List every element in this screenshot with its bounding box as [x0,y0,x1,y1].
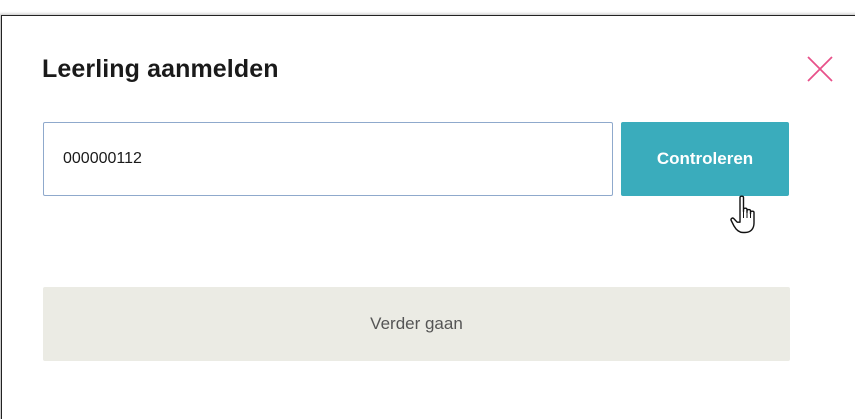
continue-button[interactable]: Verder gaan [43,287,790,361]
hand-pointer-icon [730,195,755,234]
page: Leerling aanmelden Controleren Verder ga… [0,0,855,419]
close-icon [807,56,833,82]
close-button[interactable] [805,54,835,84]
student-number-input[interactable] [43,122,613,196]
modal-title: Leerling aanmelden [42,55,279,83]
login-modal: Leerling aanmelden Controleren Verder ga… [1,15,855,419]
check-button[interactable]: Controleren [621,122,789,196]
page-background-strip [0,0,855,15]
